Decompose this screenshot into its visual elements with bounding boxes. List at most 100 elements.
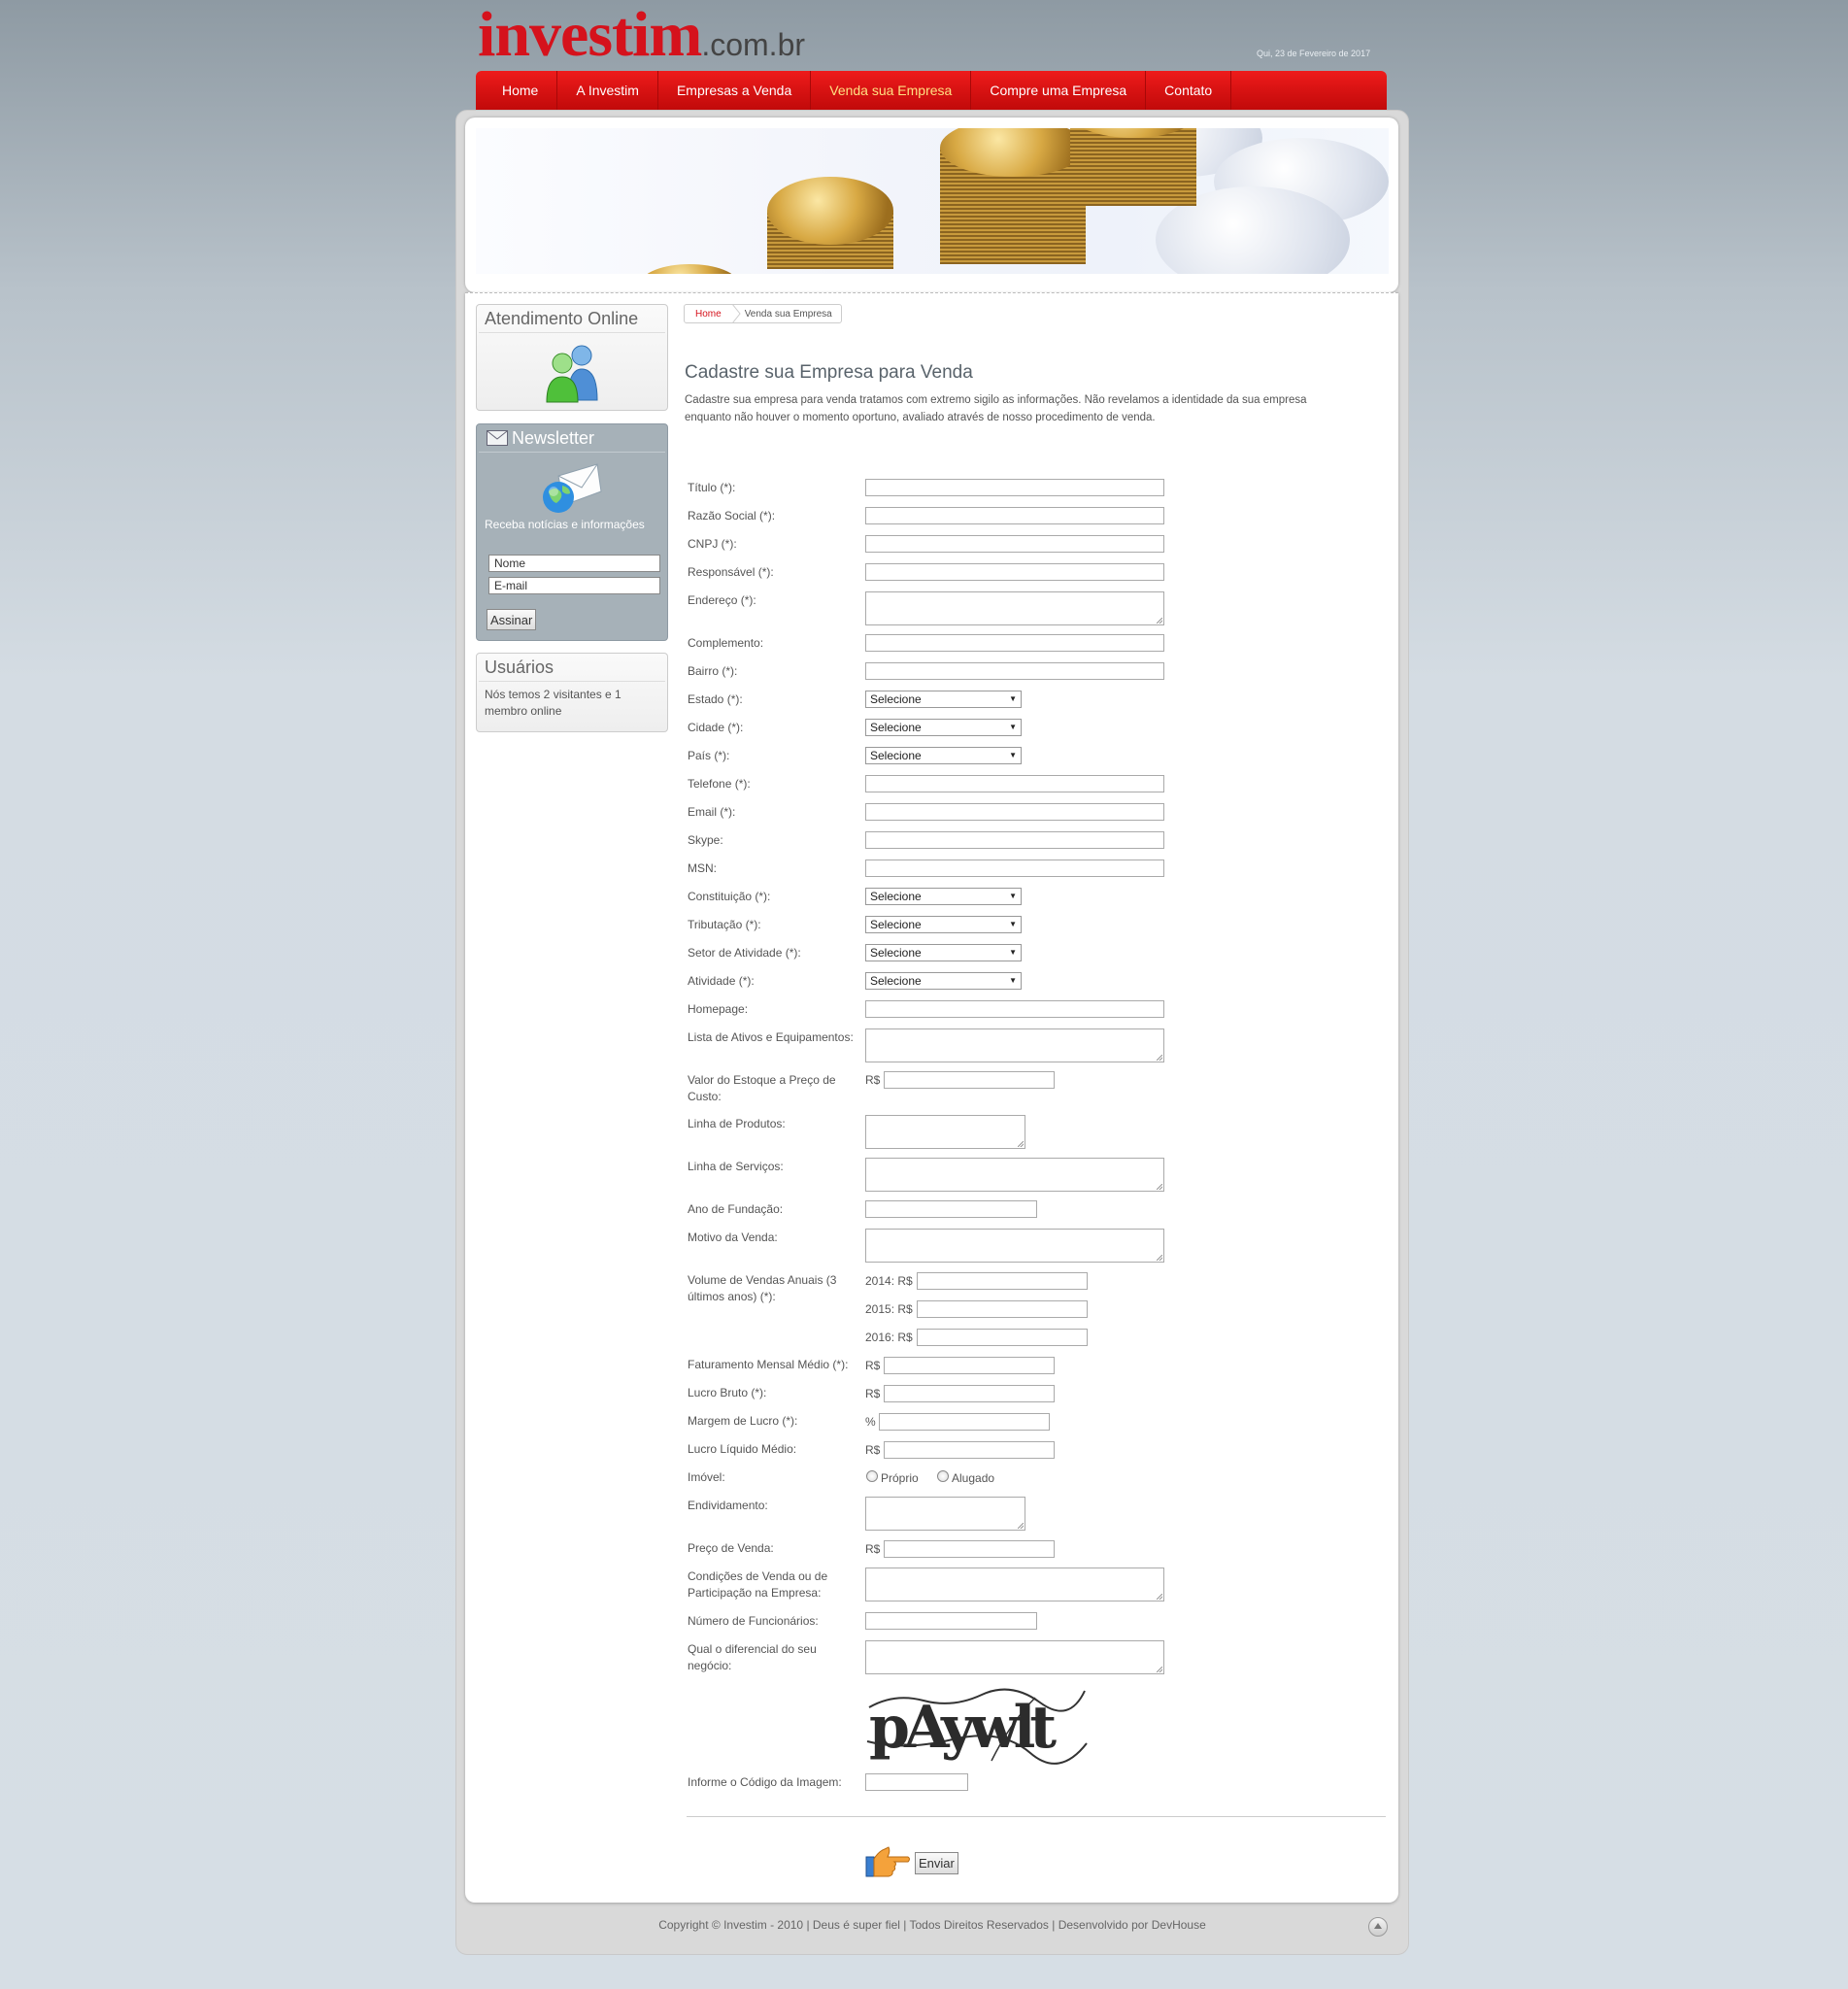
currency-prefix: R$ [865,1073,881,1087]
input-funcionarios[interactable] [865,1612,1037,1630]
current-date: Qui, 23 de Fevereiro de 2017 [1257,49,1371,58]
online-support-title: Atendimento Online [479,305,665,333]
scroll-top-icon[interactable] [1368,1917,1388,1937]
dropdown-arrow-icon: ▼ [1009,948,1017,957]
select-tributacao-value: Selecione [870,918,922,931]
envelope-icon [487,430,508,446]
nav-home[interactable]: Home [476,71,558,110]
input-vendas-2014[interactable] [917,1272,1088,1290]
input-lucro-bruto[interactable] [884,1385,1055,1402]
input-vendas-2016[interactable] [917,1329,1088,1346]
input-margem-lucro[interactable] [879,1413,1050,1431]
label-preco-venda: Preço de Venda: [688,1541,774,1555]
currency-prefix: R$ [865,1359,881,1372]
label-homepage: Homepage: [688,1002,749,1016]
select-estado[interactable]: Selecione ▼ [865,691,1022,708]
users-icon[interactable] [541,344,603,404]
label-imovel: Imóvel: [688,1470,725,1484]
label-atividade: Atividade (*): [688,974,755,988]
label-ano-fundacao: Ano de Fundação: [688,1202,784,1216]
currency-prefix: R$ [865,1542,881,1556]
label-captcha: Informe o Código da Imagem: [688,1775,842,1789]
breadcrumb-separator-icon [731,303,741,324]
input-responsavel[interactable] [865,563,1164,581]
newsletter-name-input[interactable]: Nome [488,555,660,572]
select-setor-value: Selecione [870,946,922,960]
input-skype[interactable] [865,831,1164,849]
textarea-endereco[interactable] [865,591,1164,625]
input-vendas-2015[interactable] [917,1300,1088,1318]
textarea-ativos[interactable] [865,1028,1164,1062]
input-msn[interactable] [865,860,1164,877]
input-ano-fundacao[interactable] [865,1200,1037,1218]
input-telefone[interactable] [865,775,1164,792]
dropdown-arrow-icon: ▼ [1009,751,1017,759]
nav-contato[interactable]: Contato [1146,71,1232,110]
textarea-linha-produtos[interactable] [865,1115,1025,1149]
label-constituicao: Constituição (*): [688,890,771,903]
label-titulo: Título (*): [688,481,736,494]
newsletter-module: Newsletter Receba notícias e informações… [476,423,668,641]
textarea-motivo-venda[interactable] [865,1229,1164,1263]
input-razao-social[interactable] [865,507,1164,524]
label-lucro-liquido: Lucro Líquido Médio: [688,1442,797,1456]
select-constituicao-value: Selecione [870,890,922,903]
textarea-diferencial[interactable] [865,1640,1164,1674]
nav-a-investim[interactable]: A Investim [557,71,658,110]
select-pais-value: Selecione [870,749,922,762]
label-complemento: Complemento: [688,636,764,650]
label-responsavel: Responsável (*): [688,565,774,579]
label-cidade: Cidade (*): [688,721,744,734]
input-homepage[interactable] [865,1000,1164,1018]
select-tributacao[interactable]: Selecione ▼ [865,916,1022,933]
breadcrumb: Home Venda sua Empresa [684,303,842,324]
label-ativos: Lista de Ativos e Equipamentos: [688,1030,854,1044]
select-setor-atividade[interactable]: Selecione ▼ [865,944,1022,961]
label-faturamento: Faturamento Mensal Médio (*): [688,1358,849,1371]
select-constituicao[interactable]: Selecione ▼ [865,888,1022,905]
input-faturamento[interactable] [884,1357,1055,1374]
site-logo[interactable]: investim.com.br [478,3,805,67]
input-captcha[interactable] [865,1773,968,1791]
select-atividade[interactable]: Selecione ▼ [865,972,1022,990]
label-cnpj: CNPJ (*): [688,537,737,551]
label-volume-vendas: Volume de Vendas Anuais (3 últimos anos)… [688,1273,837,1303]
input-cnpj[interactable] [865,535,1164,553]
label-linha-produtos: Linha de Produtos: [688,1117,786,1130]
input-estoque[interactable] [884,1071,1055,1089]
label-year-2016: 2016: R$ [865,1331,913,1344]
label-email: Email (*): [688,805,736,819]
radio-proprio[interactable] [866,1470,878,1482]
select-pais[interactable]: Selecione ▼ [865,747,1022,764]
label-msn: MSN: [688,861,717,875]
textarea-endividamento[interactable] [865,1497,1025,1531]
newsletter-email-input[interactable]: E-mail [488,577,660,594]
online-support-module: Atendimento Online [476,304,668,411]
select-cidade[interactable]: Selecione ▼ [865,719,1022,736]
banner-image [476,128,1389,274]
input-lucro-liquido[interactable] [884,1441,1055,1459]
newsletter-description: Receba notícias e informações [485,518,645,531]
input-preco-venda[interactable] [884,1540,1055,1558]
dropdown-arrow-icon: ▼ [1009,920,1017,928]
breadcrumb-home[interactable]: Home [685,309,731,320]
nav-compre-uma-empresa[interactable]: Compre uma Empresa [971,71,1147,110]
textarea-linha-servicos[interactable] [865,1158,1164,1192]
label-telefone: Telefone (*): [688,777,751,791]
input-email[interactable] [865,803,1164,821]
textarea-condicoes[interactable] [865,1568,1164,1601]
captcha-image: pAywlt [865,1683,1089,1766]
label-motivo-venda: Motivo da Venda: [688,1230,778,1244]
label-condicoes: Condições de Venda ou de Participação na… [688,1569,828,1600]
label-razao-social: Razão Social (*): [688,509,776,523]
nav-venda-sua-empresa[interactable]: Venda sua Empresa [811,71,972,110]
newsletter-subscribe-button[interactable]: Assinar [487,609,537,630]
radio-alugado[interactable] [937,1470,949,1482]
input-bairro[interactable] [865,662,1164,680]
select-atividade-value: Selecione [870,974,922,988]
input-titulo[interactable] [865,479,1164,496]
nav-empresas-a-venda[interactable]: Empresas a Venda [658,71,812,110]
label-diferencial: Qual o diferencial do seu negócio: [688,1642,817,1672]
input-complemento[interactable] [865,634,1164,652]
submit-button[interactable]: Enviar [915,1852,958,1874]
